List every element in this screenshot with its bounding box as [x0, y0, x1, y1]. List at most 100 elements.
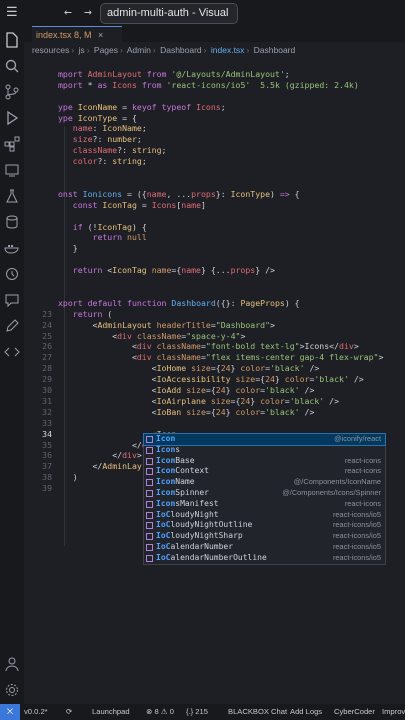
code-line[interactable]	[24, 276, 405, 287]
code-line[interactable]: onst Ionicons = ({name, ...props}: IconT…	[24, 189, 405, 200]
source-control-icon[interactable]	[4, 84, 20, 100]
remote-icon[interactable]: ⨉	[0, 704, 20, 720]
cybercoder-button[interactable]: CyberCoder	[334, 704, 375, 720]
code-line[interactable]	[24, 91, 405, 102]
code-line[interactable]: xport default function Dashboard({}: Pag…	[24, 298, 405, 309]
autocomplete-item[interactable]: IconContext react-icons	[144, 466, 385, 477]
code-line[interactable]: return <IconTag name={name} {...props} /…	[24, 265, 405, 276]
autocomplete-rest: alendarNumber	[170, 541, 234, 551]
code-line[interactable]: name: IconName;	[24, 123, 405, 134]
code-line[interactable]: return null	[24, 232, 405, 243]
code-line[interactable]	[24, 178, 405, 189]
code-line[interactable]: size?: number;	[24, 134, 405, 145]
blackbox-chat-button[interactable]: BLACKBOX Chat	[228, 704, 287, 720]
window-title[interactable]: admin-multi-auth - Visual	[100, 3, 238, 24]
extensions-icon[interactable]	[4, 136, 20, 152]
code-line[interactable]: if (!IconTag) {	[24, 222, 405, 233]
forward-arrow-icon[interactable]: →	[84, 3, 92, 23]
autocomplete-popup[interactable]: Icon @iconify/react Icons IconBase react-ico…	[143, 433, 386, 565]
breadcrumb-item[interactable]: Dashboard	[254, 45, 296, 55]
autocomplete-item[interactable]: IoCloudyNightSharp react-icons/io5	[144, 531, 385, 542]
run-debug-icon[interactable]	[4, 110, 20, 126]
code-line[interactable]: ype IconType = {	[24, 113, 405, 124]
code-line[interactable]: mport * as Icons from 'react-icons/io5' …	[24, 80, 405, 91]
remote-explorer-icon[interactable]	[4, 162, 20, 178]
code-line[interactable]	[24, 167, 405, 178]
code-line[interactable]: 30 <IoAdd size={24} color='black' />	[24, 385, 405, 396]
title-bar: ☰ ← → admin-multi-auth - Visual	[0, 0, 405, 26]
autocomplete-detail: react-icons/io5	[332, 520, 381, 530]
autocomplete-rest: Context	[175, 466, 209, 476]
code-line[interactable]: 31 <IoAirplane size={24} color='black' /…	[24, 396, 405, 407]
code-line[interactable]	[24, 211, 405, 222]
line-number: 30	[42, 385, 52, 395]
autocomplete-match: IoC	[156, 531, 171, 541]
code-line[interactable]	[24, 58, 405, 69]
search-icon[interactable]	[4, 58, 20, 74]
autocomplete-match: IoC	[156, 541, 171, 551]
code-line[interactable]: mport AdminLayout from '@/Layouts/AdminL…	[24, 69, 405, 80]
autocomplete-item[interactable]: Icon @iconify/react	[143, 433, 386, 446]
autocomplete-item[interactable]: IoCloudyNightOutline react-icons/io5	[144, 520, 385, 531]
autocomplete-match: Icon	[156, 466, 176, 476]
autocomplete-item[interactable]: IoCalendarNumberOutline react-icons/io5	[144, 553, 385, 564]
breadcrumb-item[interactable]: Admin	[127, 45, 151, 55]
code-line[interactable]: className?: string;	[24, 145, 405, 156]
timeline-icon[interactable]	[4, 266, 20, 282]
autocomplete-item[interactable]: IconName @/Components/IconName	[144, 477, 385, 488]
cursor-position[interactable]: {.} 215	[186, 704, 208, 720]
autocomplete-item[interactable]: IoCloudyNight react-icons/io5	[144, 510, 385, 521]
autocomplete-item[interactable]: IoCalendarNumber react-icons/io5	[144, 542, 385, 553]
line-number: 31	[42, 395, 52, 406]
autocomplete-item[interactable]: IconsManifest react-icons	[144, 499, 385, 510]
code-text: color?: string;	[72, 156, 147, 167]
code-line[interactable]: }	[24, 243, 405, 254]
breadcrumb-item[interactable]: resources	[32, 45, 69, 55]
code-line[interactable]: 24 <AdminLayout headerTitle="Dashboard">	[24, 320, 405, 331]
autocomplete-match: Icon	[156, 455, 176, 465]
code-line[interactable]: 26 <div className="font-bold text-lg">Ic…	[24, 341, 405, 352]
testing-icon[interactable]	[4, 188, 20, 204]
problems-indicator[interactable]: ⊗ 8 ⚠ 0	[146, 704, 174, 720]
autocomplete-match: Icon	[156, 498, 176, 508]
sync-icon[interactable]: ⟳	[66, 704, 72, 720]
autocomplete-item[interactable]: IconSpinner @/Components/Icons/Spinner	[144, 488, 385, 499]
line-number: 27	[42, 352, 52, 363]
gear-icon[interactable]	[4, 682, 20, 698]
tab-index-tsx[interactable]: index.tsx 8, M ×	[32, 26, 122, 42]
code-line[interactable]: 32 <IoBan size={24} color='black' />	[24, 407, 405, 418]
docker-icon[interactable]	[4, 240, 20, 256]
explorer-icon[interactable]	[4, 32, 20, 48]
pencil-icon[interactable]	[4, 318, 20, 334]
breadcrumb-item[interactable]: Pages	[94, 45, 118, 55]
autocomplete-detail: react-icons	[344, 466, 381, 476]
breadcrumb-item[interactable]: index.tsx	[211, 45, 245, 55]
account-icon[interactable]	[4, 656, 20, 672]
code-line[interactable]: 23 return (	[24, 309, 405, 320]
code-line[interactable]: ype IconName = keyof typeof Icons;	[24, 102, 405, 113]
autocomplete-item[interactable]: Icons	[144, 445, 385, 456]
menu-icon[interactable]: ☰	[6, 3, 18, 23]
add-logs-button[interactable]: Add Logs	[290, 704, 322, 720]
code-line[interactable]	[24, 254, 405, 265]
breadcrumb-item[interactable]: Dashboard	[160, 45, 202, 55]
code-line[interactable]	[24, 287, 405, 298]
back-arrow-icon[interactable]: ←	[64, 3, 72, 23]
chat-icon[interactable]	[4, 292, 20, 308]
launchpad-button[interactable]: Launchpad	[92, 704, 130, 720]
improve-button[interactable]: Improv	[382, 704, 405, 720]
code-icon[interactable]	[4, 344, 20, 360]
database-icon[interactable]	[4, 214, 20, 230]
git-branch-label[interactable]: v0.0.2*	[24, 704, 48, 720]
code-line[interactable]: 33	[24, 418, 405, 429]
code-line[interactable]: 28 <IoHome size={24} color='black' />	[24, 363, 405, 374]
code-line[interactable]: const IconTag = Icons[name]	[24, 200, 405, 211]
code-line[interactable]: color?: string;	[24, 156, 405, 167]
code-line[interactable]: 25 <div className="space-y-4">	[24, 331, 405, 342]
close-icon[interactable]: ×	[98, 30, 103, 40]
code-editor[interactable]: mport AdminLayout from '@/Layouts/AdminL…	[24, 58, 405, 704]
code-line[interactable]: 29 <IoAccessibility size={24} color='bla…	[24, 374, 405, 385]
autocomplete-item[interactable]: IconBase react-icons	[144, 456, 385, 467]
breadcrumb-item[interactable]: js	[79, 45, 85, 55]
code-line[interactable]: 27 <div className="flex items-center gap…	[24, 352, 405, 363]
